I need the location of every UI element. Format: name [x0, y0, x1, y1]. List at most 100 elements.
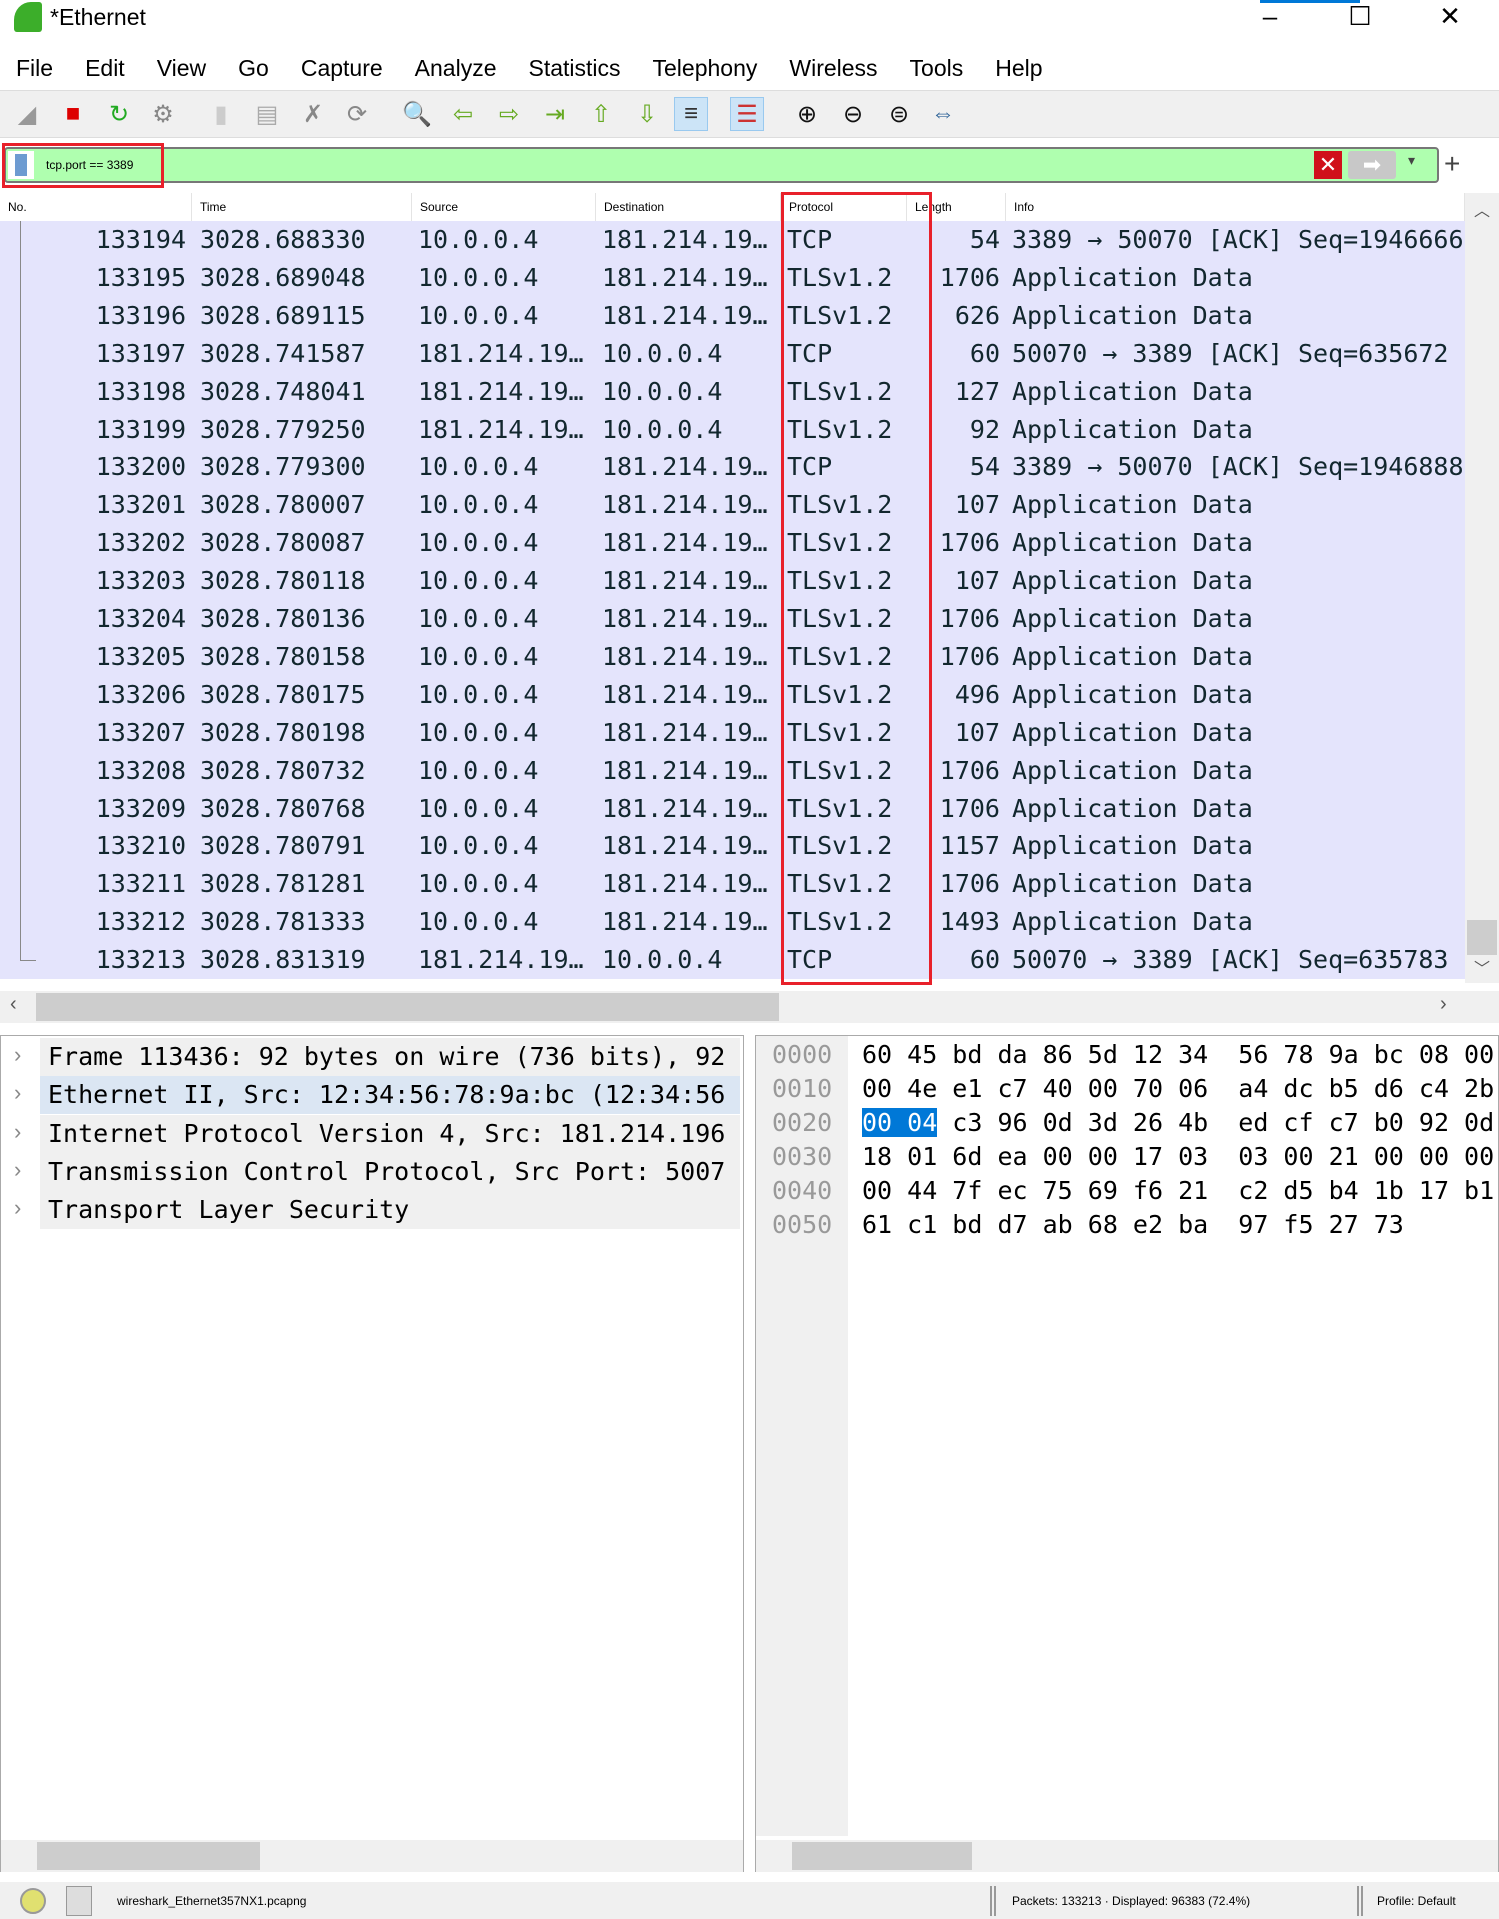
detail-row[interactable]: Transmission Control Protocol, Src Port:…: [40, 1152, 740, 1191]
table-row[interactable]: 133207 3028.780198 10.0.0.4 181.214.19… TLSv…: [0, 713, 1465, 752]
table-row[interactable]: 133201 3028.780007 10.0.0.4 181.214.19… TLSv…: [0, 486, 1465, 525]
table-row[interactable]: 133194 3028.688330 10.0.0.4 181.214.19… TCP 5…: [0, 221, 1465, 259]
hex-bytes-line[interactable]: 18 01 6d ea 00 00 17 03 03 00 21 00 00 0…: [862, 1142, 1494, 1171]
cell-length: 626: [954, 300, 1000, 330]
detail-row[interactable]: Internet Protocol Version 4, Src: 181.21…: [40, 1114, 740, 1153]
options-gear-icon[interactable]: ⚙: [146, 97, 180, 131]
table-row[interactable]: 133213 3028.831319 181.214.19… 10.0.0.4 TCP 6…: [0, 941, 1465, 980]
expand-chevron-icon[interactable]: ›: [14, 1157, 21, 1183]
scroll-left-icon[interactable]: ‹: [10, 993, 17, 1016]
clear-filter-icon[interactable]: ✕: [1314, 151, 1342, 179]
table-row[interactable]: 133206 3028.780175 10.0.0.4 181.214.19… TLSv…: [0, 675, 1465, 714]
menu-tools[interactable]: Tools: [894, 48, 980, 88]
cell-time: 3028.780087: [200, 528, 366, 558]
maximize-button[interactable]: ☐: [1315, 0, 1405, 34]
close-button[interactable]: ✕: [1405, 0, 1495, 34]
resize-columns-icon[interactable]: ⇔: [926, 97, 960, 131]
table-row[interactable]: 133197 3028.741587 181.214.19… 10.0.0.4 TCP 6…: [0, 334, 1465, 373]
expand-chevron-icon[interactable]: ›: [14, 1080, 21, 1106]
capture-comment-icon[interactable]: [66, 1886, 92, 1916]
back-icon[interactable]: ⇦: [446, 97, 480, 131]
autoscroll-icon[interactable]: ≡: [674, 97, 708, 131]
menu-capture[interactable]: Capture: [285, 48, 399, 88]
packet-list-vscrollbar[interactable]: ︿ ﹀: [1465, 193, 1499, 983]
expand-chevron-icon[interactable]: ›: [14, 1042, 21, 1068]
scroll-right-icon[interactable]: ›: [1440, 993, 1447, 1016]
table-row[interactable]: 133211 3028.781281 10.0.0.4 181.214.19… TLSv…: [0, 865, 1465, 904]
zoom-normal-icon[interactable]: ⊜: [882, 97, 916, 131]
hex-bytes-line[interactable]: 00 04 c3 96 0d 3d 26 4b ed cf c7 b0 92 0…: [862, 1108, 1494, 1137]
zoom-out-icon[interactable]: ⊖: [836, 97, 870, 131]
column-header-no[interactable]: No.: [0, 193, 192, 222]
table-row[interactable]: 133212 3028.781333 10.0.0.4 181.214.19… TLSv…: [0, 903, 1465, 942]
menu-help[interactable]: Help: [979, 48, 1058, 88]
profile-label[interactable]: Profile: Default: [1377, 1894, 1456, 1908]
column-header-info[interactable]: Info: [1006, 193, 1465, 222]
detail-row[interactable]: Ethernet II, Src: 12:34:56:78:9a:bc (12:…: [40, 1076, 740, 1115]
last-icon[interactable]: ⇩: [630, 97, 664, 131]
restart-icon[interactable]: ↻: [102, 97, 136, 131]
apply-filter-icon[interactable]: ➡: [1348, 151, 1396, 179]
stop-icon[interactable]: ■: [56, 97, 90, 131]
add-filter-button[interactable]: +: [1444, 148, 1460, 180]
conversation-bracket: [20, 410, 21, 449]
table-row[interactable]: 133210 3028.780791 10.0.0.4 181.214.19… TLSv…: [0, 827, 1465, 866]
expand-chevron-icon[interactable]: ›: [14, 1119, 21, 1145]
column-header-destination[interactable]: Destination: [596, 193, 781, 222]
table-row[interactable]: 133208 3028.780732 10.0.0.4 181.214.19… TLSv…: [0, 751, 1465, 790]
table-row[interactable]: 133204 3028.780136 10.0.0.4 181.214.19… TLSv…: [0, 600, 1465, 638]
find-icon[interactable]: 🔍: [400, 97, 434, 131]
details-hscrollbar[interactable]: [1, 1840, 743, 1872]
hscroll-thumb[interactable]: [36, 993, 779, 1021]
hex-bytes-line[interactable]: 00 44 7f ec 75 69 f6 21 c2 d5 b4 1b 17 b…: [862, 1176, 1494, 1205]
vscroll-thumb[interactable]: [1467, 920, 1497, 955]
detail-row[interactable]: Transport Layer Security: [40, 1191, 740, 1230]
goto-icon[interactable]: ⇥: [538, 97, 572, 131]
menu-edit[interactable]: Edit: [69, 48, 141, 88]
shark-fin-icon[interactable]: ◢: [10, 97, 44, 131]
hex-bytes-line[interactable]: 60 45 bd da 86 5d 12 34 56 78 9a bc 08 0…: [862, 1040, 1494, 1069]
first-icon[interactable]: ⇧: [584, 97, 618, 131]
forward-icon[interactable]: ⇨: [492, 97, 526, 131]
colorize-icon[interactable]: ☰: [730, 97, 764, 131]
menu-wireless[interactable]: Wireless: [773, 48, 893, 88]
open-icon[interactable]: ▮: [204, 97, 238, 131]
menu-go[interactable]: Go: [222, 48, 285, 88]
cell-length: 496: [954, 679, 1000, 709]
cell-no: 133209: [95, 793, 186, 823]
scroll-up-icon[interactable]: ︿: [1465, 197, 1499, 221]
hex-bytes-line[interactable]: 00 4e e1 c7 40 00 70 06 a4 dc b5 d6 c4 2…: [862, 1074, 1494, 1103]
minimize-button[interactable]: –: [1225, 0, 1315, 34]
table-row[interactable]: 133205 3028.780158 10.0.0.4 181.214.19… TLSv…: [0, 637, 1465, 676]
table-row[interactable]: 133203 3028.780118 10.0.0.4 181.214.19… TLSv…: [0, 562, 1465, 601]
menu-view[interactable]: View: [141, 48, 222, 88]
hex-selected-bytes[interactable]: 00 04: [862, 1108, 938, 1137]
hex-bytes-line[interactable]: 61 c1 bd d7 ab 68 e2 ba 97 f5 27 73: [862, 1210, 1404, 1239]
reload-icon[interactable]: ⟳: [340, 97, 374, 131]
table-row[interactable]: 133195 3028.689048 10.0.0.4 181.214.19… TLSv…: [0, 258, 1465, 297]
filter-history-dropdown[interactable]: ▾: [1408, 152, 1415, 169]
scroll-down-icon[interactable]: ﹀: [1465, 955, 1499, 979]
bytes-hscrollbar[interactable]: [756, 1840, 1498, 1872]
column-header-time[interactable]: Time: [192, 193, 412, 222]
table-row[interactable]: 133209 3028.780768 10.0.0.4 181.214.19… TLSv…: [0, 789, 1465, 828]
cell-info: Application Data: [1012, 566, 1253, 596]
file-icon[interactable]: ▤: [250, 97, 284, 131]
table-row[interactable]: 133200 3028.779300 10.0.0.4 181.214.19… TCP 5…: [0, 448, 1465, 487]
table-row[interactable]: 133199 3028.779250 181.214.19… 10.0.0.4 TLSv…: [0, 410, 1465, 449]
packet-list-hscrollbar[interactable]: ‹ ›: [0, 991, 1499, 1023]
expand-chevron-icon[interactable]: ›: [14, 1195, 21, 1221]
zoom-in-icon[interactable]: ⊕: [790, 97, 824, 131]
table-row[interactable]: 133202 3028.780087 10.0.0.4 181.214.19… TLSv…: [0, 524, 1465, 563]
table-row[interactable]: 133196 3028.689115 10.0.0.4 181.214.19… TLSv…: [0, 296, 1465, 335]
table-row[interactable]: 133198 3028.748041 181.214.19… 10.0.0.4 TLSv…: [0, 372, 1465, 411]
detail-row[interactable]: Frame 113436: 92 bytes on wire (736 bits…: [40, 1038, 740, 1076]
menu-file[interactable]: File: [0, 48, 69, 88]
column-header-source[interactable]: Source: [412, 193, 596, 222]
menu-statistics[interactable]: Statistics: [512, 48, 636, 88]
expert-info-icon[interactable]: [20, 1888, 46, 1914]
menu-analyze[interactable]: Analyze: [399, 48, 513, 88]
close-file-icon[interactable]: ✗: [296, 97, 330, 131]
display-filter-input[interactable]: [4, 147, 1439, 183]
menu-telephony[interactable]: Telephony: [637, 48, 774, 88]
